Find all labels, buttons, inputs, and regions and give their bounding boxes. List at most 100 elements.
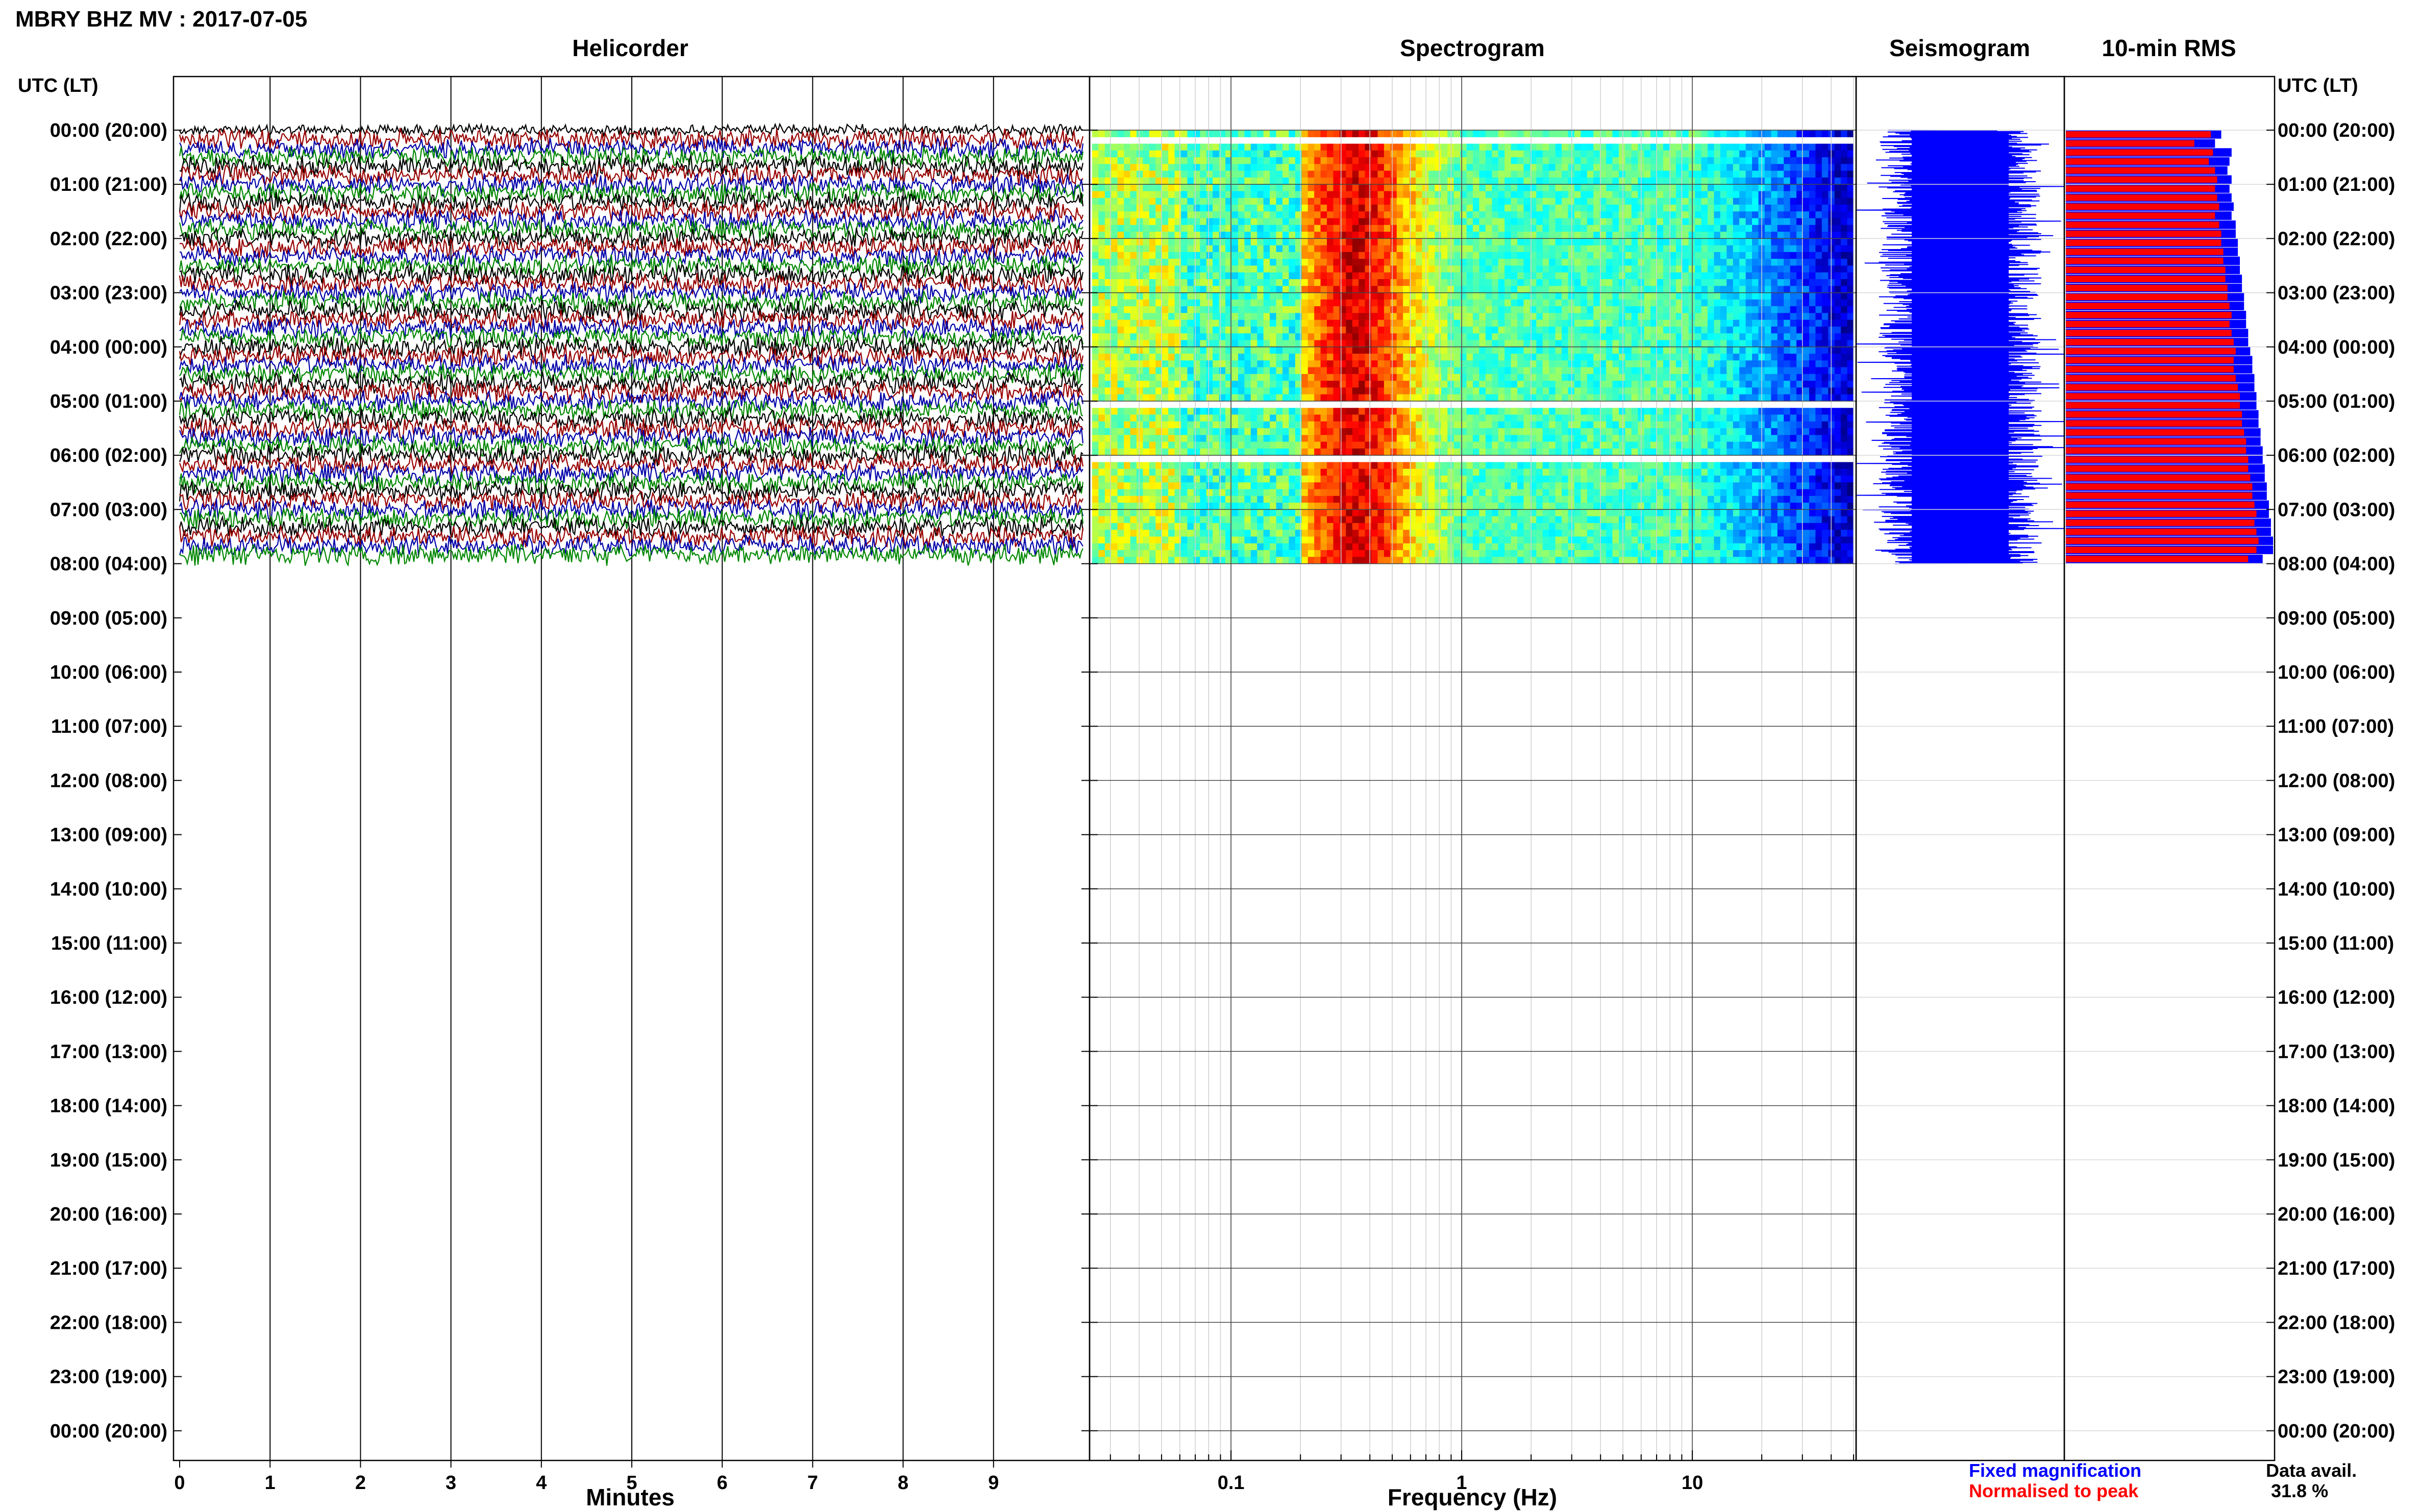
spectrogram-cell [1549,170,1556,178]
spectrogram-cell [1377,259,1385,266]
spectrogram-cell [1396,319,1403,327]
spectrogram-cell [1777,252,1784,259]
spectrogram-cell [1562,381,1569,388]
spectrogram-cell [1657,130,1664,137]
spectrogram-cell [1612,306,1619,313]
spectrogram-cell [1479,259,1486,266]
spectrogram-cell [1206,414,1213,422]
spectrogram-cell [1231,184,1239,192]
spectrogram-cell [1320,265,1327,273]
spectrogram-cell [1473,252,1479,259]
spectrogram-cell [1244,238,1251,246]
spectrogram-cell [1809,340,1816,348]
spectrogram-cell [1644,272,1651,280]
spectrogram-cell [1441,327,1448,334]
spectrogram-cell [1555,197,1562,205]
spectrogram-cell [1764,327,1771,334]
spectrogram-cell [1485,360,1492,368]
spectrogram-cell [1644,327,1651,334]
spectrogram-cell [1384,238,1391,246]
spectrogram-cell [1295,319,1302,327]
spectrogram-cell [1187,184,1194,192]
spectrogram-cell [1137,408,1143,415]
spectrogram-cell [1669,387,1676,395]
spectrogram-cell [1124,143,1131,151]
spectrogram-cell [1428,306,1435,313]
spectrogram-cell [1377,130,1385,137]
spectrogram-cell [1790,414,1797,422]
spectrogram-cell [1263,177,1270,185]
spectrogram-cell [1517,387,1524,395]
spectrogram-cell [1771,211,1778,219]
spectrogram-cell [1644,184,1651,192]
spectrogram-cell [1708,177,1714,185]
spectrogram-cell [1428,327,1435,334]
spectrogram-cell [1365,225,1372,232]
spectrogram-cell [1295,360,1302,368]
spectrogram-cell [1276,170,1283,178]
spectrogram-cell [1739,191,1746,199]
spectrogram-cell [1346,265,1353,273]
spectrogram-cell [1117,360,1124,368]
spectrogram-cell [1701,157,1708,164]
spectrogram-cell [1301,340,1309,348]
spectrogram-cell [1492,374,1499,381]
spectrogram-cell [1542,143,1549,151]
spectrogram-cell [1473,177,1479,185]
spectrogram-cell [1092,232,1099,239]
spectrogram-cell [1682,354,1689,361]
spectrogram-cell [1162,340,1169,348]
spectrogram-cell [1289,157,1296,164]
spectrogram-cell [1250,367,1257,375]
spectrogram-cell [1708,225,1714,232]
spectrogram-cell [1631,319,1638,327]
spectrogram-cell [1441,319,1448,327]
spectrogram-cell [1555,381,1562,388]
spectrogram-cell [1612,232,1619,239]
spectrogram-cell [1479,177,1486,185]
spectrogram-cell [1644,232,1651,239]
spectrogram-cell [1784,143,1791,151]
spectrogram-cell [1416,238,1423,246]
spectrogram-cell [1726,414,1734,422]
spectrogram-cell [1441,157,1448,164]
spectrogram-cell [1695,259,1702,266]
spectrogram-cell [1511,184,1518,192]
spectrogram-cell [1359,164,1366,171]
spectrogram-cell [1219,191,1226,199]
spectrogram-cell [1460,177,1467,185]
spectrogram-cell [1384,184,1391,192]
spectrogram-cell [1187,346,1194,354]
spectrogram-cell [1219,225,1226,232]
spectrogram-cell [1777,245,1784,253]
spectrogram-cell [1270,150,1277,158]
spectrogram-cell [1466,197,1473,205]
spectrogram-cell [1511,232,1518,239]
spectrogram-cell [1314,205,1321,212]
spectrogram-cell [1764,265,1771,273]
spectrogram-cell [1213,225,1220,232]
spectrogram-cell [1200,279,1207,286]
spectrogram-cell [1752,225,1759,232]
spectrogram-cell [1555,211,1562,219]
spectrogram-cell [1206,313,1213,320]
spectrogram-cell [1739,374,1746,381]
spectrogram-cell [1745,387,1752,395]
spectrogram-cell [1396,245,1403,253]
spectrogram-cell [1720,150,1727,158]
spectrogram-cell [1384,387,1391,395]
spectrogram-cell [1663,367,1670,375]
spectrogram-cell [1187,327,1194,334]
spectrogram-cell [1657,286,1664,293]
spectrogram-cell [1174,225,1181,232]
spectrogram-cell [1612,225,1619,232]
spectrogram-cell [1821,354,1829,361]
spectrogram-cell [1726,265,1734,273]
spectrogram-cell [1441,286,1448,293]
spectrogram-cell [1200,245,1207,253]
spectrogram-cell [1307,150,1315,158]
spectrogram-cell [1162,177,1169,185]
spectrogram-cell [1542,225,1549,232]
spectrogram-cell [1365,170,1372,178]
spectrogram-cell [1162,354,1169,361]
